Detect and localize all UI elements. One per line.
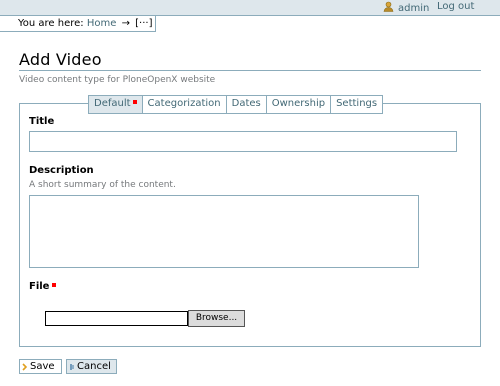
required-marker-icon — [52, 283, 57, 287]
breadcrumb-separator: → — [121, 18, 130, 29]
tab-dates[interactable]: Dates — [226, 96, 267, 113]
required-marker-icon — [132, 100, 137, 104]
save-button-label: Save — [30, 361, 55, 372]
tab-categorization[interactable]: Categorization — [142, 96, 227, 113]
cancel-button-label: Cancel — [77, 361, 111, 372]
personal-bar: admin Log out — [0, 0, 500, 16]
page-title: Add Video — [19, 50, 102, 69]
save-arrow-icon — [22, 362, 28, 371]
page: admin Log out You are here: Home → [···]… — [0, 0, 500, 386]
title-divider — [19, 70, 481, 71]
user-name: admin — [398, 3, 430, 14]
description-field-label: Description — [29, 165, 94, 176]
tab-default-label: Default — [94, 98, 131, 109]
user-icon — [383, 1, 394, 12]
file-field-label: File — [29, 281, 57, 292]
title-field-label: Title — [29, 116, 55, 127]
breadcrumb-home-link[interactable]: Home — [87, 18, 117, 29]
tab-ownership[interactable]: Ownership — [266, 96, 332, 113]
cancel-button[interactable]: Cancel — [66, 359, 117, 374]
file-path-input[interactable] — [45, 311, 188, 326]
description-textarea[interactable] — [29, 195, 419, 268]
title-input[interactable] — [29, 131, 457, 152]
tab-default[interactable]: Default — [89, 96, 143, 113]
browse-button[interactable]: Browse... — [188, 310, 245, 327]
breadcrumb-prefix: You are here: — [18, 18, 84, 29]
breadcrumb: You are here: Home → [···] — [0, 16, 156, 32]
file-label-text: File — [29, 281, 50, 292]
user-link[interactable]: admin — [383, 1, 429, 14]
logout-link[interactable]: Log out — [437, 1, 474, 12]
save-button[interactable]: Save — [19, 359, 62, 374]
form-tabs: Default Categorization Dates Ownership S… — [88, 95, 384, 114]
cancel-arrow-icon — [70, 363, 74, 370]
page-description: Video content type for PloneOpenX websit… — [19, 75, 216, 85]
description-help-text: A short summary of the content. — [29, 180, 176, 190]
breadcrumb-current: [···] — [135, 18, 153, 29]
tab-settings[interactable]: Settings — [331, 96, 383, 113]
